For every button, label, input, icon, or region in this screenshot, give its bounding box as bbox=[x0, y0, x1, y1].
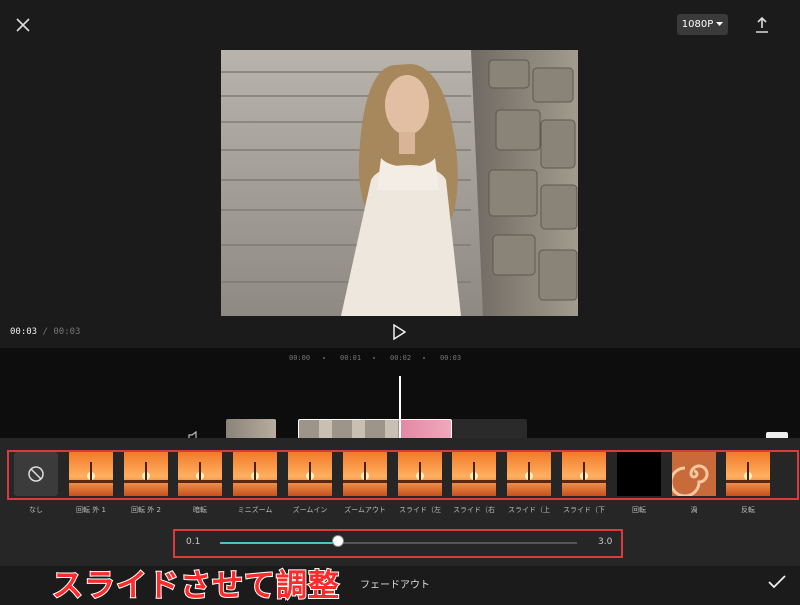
transition-thumb[interactable] bbox=[507, 452, 551, 496]
transition-thumb[interactable] bbox=[672, 452, 716, 496]
transition-label: ズームイン bbox=[292, 506, 328, 514]
check-icon bbox=[768, 575, 786, 589]
transition-thumb[interactable] bbox=[69, 452, 113, 496]
timeline-dot bbox=[373, 357, 375, 359]
time-separator: / bbox=[37, 327, 54, 337]
sunset-thumbnail bbox=[562, 452, 606, 496]
transition-thumb[interactable] bbox=[343, 452, 387, 496]
transition-thumb[interactable] bbox=[14, 452, 58, 496]
current-time: 00:03 bbox=[10, 327, 38, 337]
transition-label: ミニズーム bbox=[237, 506, 273, 514]
transition-thumb[interactable] bbox=[726, 452, 770, 496]
transition-label: 暗転 bbox=[193, 506, 207, 514]
close-button[interactable] bbox=[10, 12, 36, 38]
slider-max-label: 3.0 bbox=[598, 537, 613, 547]
transition-label: スライド（上 bbox=[508, 506, 550, 514]
transition-label: 渦 bbox=[690, 506, 698, 514]
close-icon bbox=[16, 18, 30, 32]
sunset-thumbnail bbox=[507, 452, 551, 496]
transition-label: スライド（左 bbox=[399, 506, 441, 514]
slider-fill bbox=[220, 542, 338, 544]
timeline-dot bbox=[423, 357, 425, 359]
swirl-thumbnail bbox=[672, 452, 716, 496]
transition-thumb[interactable] bbox=[452, 452, 496, 496]
export-icon bbox=[756, 16, 768, 33]
transition-thumb[interactable] bbox=[288, 452, 332, 496]
sunset-thumbnail bbox=[288, 452, 332, 496]
sunset-thumbnail bbox=[726, 452, 770, 496]
resolution-dropdown[interactable]: 1080P bbox=[677, 14, 728, 35]
sunset-thumbnail bbox=[124, 452, 168, 496]
sunset-thumbnail bbox=[452, 452, 496, 496]
playhead[interactable] bbox=[399, 376, 401, 442]
video-preview bbox=[221, 50, 578, 316]
timeline-tick: 00:01 bbox=[340, 354, 362, 362]
play-button[interactable] bbox=[392, 323, 408, 342]
transition-label: 回転 外 1 bbox=[76, 506, 106, 514]
overlay-caption: スライドさせて調整 bbox=[51, 567, 340, 605]
resolution-label: 1080P bbox=[681, 19, 714, 30]
transition-thumb[interactable] bbox=[617, 452, 661, 496]
timeline-tick: 00:02 bbox=[390, 354, 412, 362]
timeline-tick: 00:00 bbox=[289, 354, 311, 362]
selected-transition-label: フェードアウト bbox=[360, 580, 430, 591]
transition-thumb[interactable] bbox=[233, 452, 277, 496]
transition-label: なし bbox=[29, 506, 43, 514]
sunset-thumbnail bbox=[233, 452, 277, 496]
transition-label: ズームアウト bbox=[344, 506, 386, 514]
slider-min-label: 0.1 bbox=[186, 537, 201, 547]
sunset-thumbnail bbox=[343, 452, 387, 496]
timeline-empty-track bbox=[452, 419, 527, 440]
confirm-button[interactable] bbox=[768, 574, 790, 592]
slider-knob[interactable] bbox=[331, 535, 344, 547]
timeline-dot bbox=[323, 357, 325, 359]
transition-label: スライド（下 bbox=[563, 506, 605, 514]
export-button[interactable] bbox=[750, 13, 774, 37]
sunset-thumbnail bbox=[69, 452, 113, 496]
timeline-tick: 00:03 bbox=[440, 354, 462, 362]
transition-thumb[interactable] bbox=[562, 452, 606, 496]
transition-label: 回転 bbox=[632, 506, 646, 514]
timeline-clip[interactable] bbox=[226, 419, 276, 440]
sunset-thumbnail bbox=[398, 452, 442, 496]
caret-down-icon bbox=[716, 22, 724, 26]
sunset-thumbnail bbox=[178, 452, 222, 496]
transition-label: 回転 外 2 bbox=[131, 506, 161, 514]
transition-thumb[interactable] bbox=[124, 452, 168, 496]
none-icon bbox=[28, 466, 44, 482]
play-icon bbox=[393, 323, 407, 341]
transition-thumb[interactable] bbox=[178, 452, 222, 496]
transition-label: 反転 bbox=[741, 506, 755, 514]
total-time: 00:03 bbox=[53, 327, 81, 337]
transition-thumb[interactable] bbox=[398, 452, 442, 496]
time-display: 00:03 / 00:03 bbox=[10, 327, 80, 337]
transition-label: スライド（右 bbox=[453, 506, 495, 514]
